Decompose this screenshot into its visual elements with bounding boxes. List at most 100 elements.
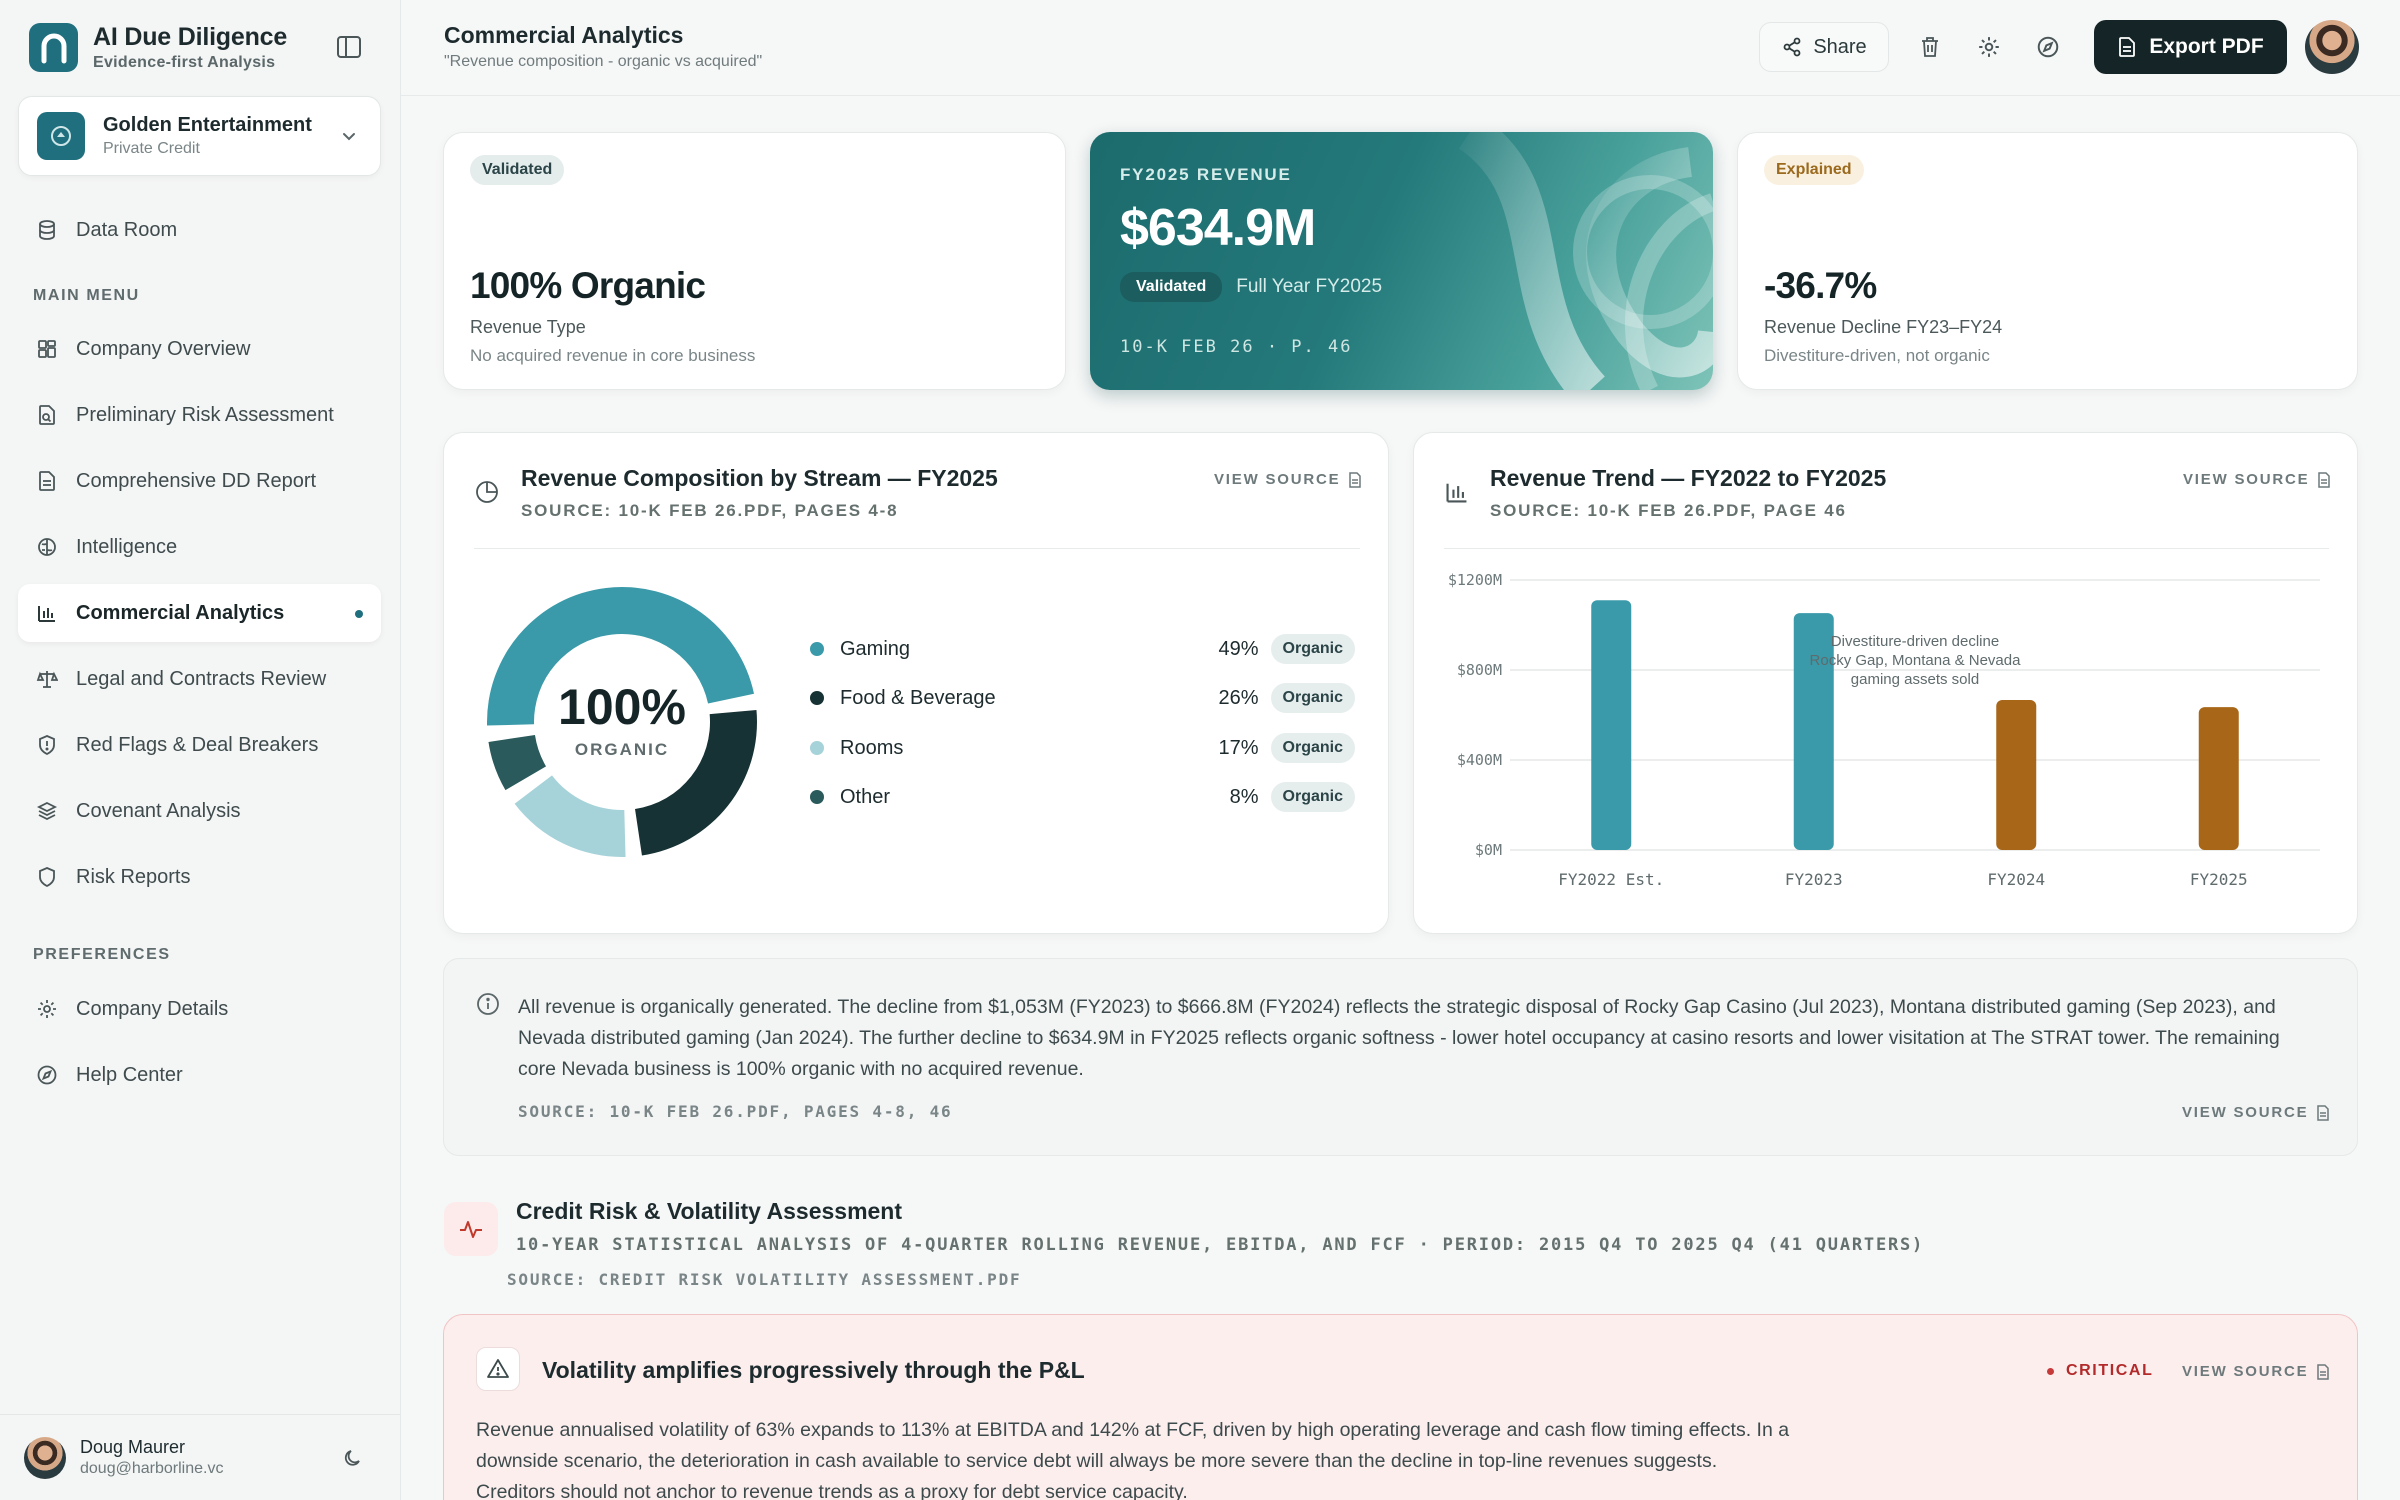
sidebar-item-label: Company Overview [76, 337, 251, 360]
share-button[interactable]: Share [1759, 22, 1889, 72]
active-indicator [355, 610, 363, 618]
sidebar-item-legal-contracts[interactable]: Legal and Contracts Review [18, 650, 381, 708]
sidebar-item-label: Preliminary Risk Assessment [76, 403, 334, 426]
sidebar-item-preliminary-risk[interactable]: Preliminary Risk Assessment [18, 386, 381, 444]
sidebar-item-label: Company Details [76, 997, 229, 1020]
scale-icon [34, 666, 60, 692]
legend-item: Gaming 49% Organic [810, 632, 1355, 666]
sidebar-item-red-flags[interactable]: Red Flags & Deal Breakers [18, 716, 381, 774]
donut-slice-rooms [514, 775, 626, 857]
section-source: SOURCE: CREDIT RISK VOLATILITY ASSESSMEN… [507, 1270, 1022, 1289]
kpi-label: Revenue Type [470, 317, 586, 337]
sidebar-item-help-center[interactable]: Help Center [18, 1046, 381, 1104]
sidebar-item-comprehensive-dd[interactable]: Comprehensive DD Report [18, 452, 381, 510]
sidebar-item-data-room[interactable]: Data Room [18, 201, 381, 259]
trash-icon[interactable] [1916, 33, 1944, 61]
alert-title: Volatility amplifies progressively throu… [542, 1357, 1085, 1383]
status-badge: Explained [1764, 155, 1864, 185]
view-source-link[interactable]: VIEW SOURCE [2183, 471, 2331, 488]
document-icon [2119, 37, 2136, 57]
doc-search-icon [34, 402, 60, 428]
moon-icon[interactable] [342, 1447, 364, 1474]
company-selector[interactable]: Golden Entertainment Private Credit [18, 96, 381, 176]
view-source-label: VIEW SOURCE [2183, 471, 2310, 488]
share-label: Share [1813, 35, 1867, 58]
sidebar-toggle-icon[interactable] [336, 35, 362, 59]
preferences-heading: PREFERENCES [33, 946, 171, 963]
document-icon [2317, 1363, 2330, 1380]
shield-icon [34, 864, 60, 890]
sidebar-item-company-details[interactable]: Company Details [18, 980, 381, 1038]
view-source-label: VIEW SOURCE [2182, 1104, 2309, 1121]
document-icon [2317, 1104, 2330, 1121]
export-pdf-button[interactable]: Export PDF [2094, 20, 2287, 74]
grid-icon [34, 336, 60, 362]
organic-badge: Organic [1270, 733, 1355, 763]
legend-label: Other [840, 785, 891, 808]
chart-annotation: Divestiture-driven decline [1831, 633, 1999, 650]
organic-badge: Organic [1270, 782, 1355, 812]
main-menu-heading: MAIN MENU [33, 287, 140, 304]
info-icon [476, 992, 500, 1021]
bar-chart-icon [1444, 479, 1470, 510]
view-source-label: VIEW SOURCE [1214, 471, 1341, 488]
y-tick-label: $1200M [1448, 571, 1502, 589]
sidebar-item-commercial-analytics[interactable]: Commercial Analytics [18, 584, 381, 642]
organic-badge: Organic [1270, 683, 1355, 713]
sidebar-item-label: Intelligence [76, 535, 178, 558]
kpi-source: 10-K FEB 26 · P. 46 [1120, 337, 1353, 357]
sidebar-item-label: Commercial Analytics [76, 601, 285, 624]
legend-item: Food & Beverage 26% Organic [810, 681, 1355, 715]
document-icon [2318, 471, 2331, 488]
compass-icon[interactable] [2034, 33, 2062, 61]
view-source-link[interactable]: VIEW SOURCE [2182, 1104, 2330, 1121]
kpi-card-revenue: FY2025 REVENUE $634.9M Validated Full Ye… [1090, 132, 1713, 390]
bar-fy2023 [1793, 613, 1834, 850]
kpi-value: 100% Organic [470, 265, 706, 306]
x-tick-label: FY2024 [1987, 870, 2045, 889]
legend-label: Rooms [840, 736, 904, 759]
sidebar-item-intelligence[interactable]: Intelligence [18, 518, 381, 576]
y-tick-label: $400M [1457, 751, 1502, 769]
legend-swatch [810, 741, 824, 755]
activity-icon [444, 1202, 498, 1256]
brand-title: AI Due Diligence [93, 23, 288, 51]
pie-chart-icon [474, 479, 500, 510]
view-source-link[interactable]: VIEW SOURCE [2182, 1363, 2330, 1380]
kpi-value: -36.7% [1764, 265, 1877, 306]
company-name: Golden Entertainment [103, 114, 312, 136]
document-icon [34, 468, 60, 494]
panel-source: SOURCE: 10-K FEB 26.PDF, PAGE 46 [1490, 501, 1847, 520]
view-source-label: VIEW SOURCE [2182, 1363, 2309, 1380]
page-title: Commercial Analytics [444, 22, 684, 48]
bar-fy2022-est- [1591, 600, 1632, 850]
kpi-period: Full Year FY2025 [1236, 276, 1383, 297]
sidebar-item-label: Help Center [76, 1063, 183, 1086]
database-icon [34, 217, 60, 243]
view-source-link[interactable]: VIEW SOURCE [1214, 471, 1362, 488]
avatar[interactable] [2305, 20, 2359, 74]
status-badge: Validated [470, 155, 565, 185]
settings-icon[interactable] [1975, 33, 2003, 61]
user-profile[interactable]: Doug Maurer doug@harborline.vc [0, 1414, 400, 1500]
bar-fy2024 [1996, 699, 2037, 850]
sidebar-item-risk-reports[interactable]: Risk Reports [18, 848, 381, 906]
x-tick-label: FY2023 [1785, 870, 1843, 889]
company-type: Private Credit [103, 140, 200, 157]
panel-title: Revenue Trend — FY2022 to FY2025 [1490, 465, 1887, 491]
legend-swatch [810, 642, 824, 656]
bar-fy2025 [2198, 707, 2239, 850]
note-text: All revenue is organically generated. Th… [518, 996, 2280, 1080]
sidebar-item-covenant-analysis[interactable]: Covenant Analysis [18, 782, 381, 840]
bar-chart-icon [34, 600, 60, 626]
note-source: SOURCE: 10-K FEB 26.PDF, PAGES 4-8, 46 [518, 1102, 953, 1121]
revenue-trend-chart: $0M $400M $800M $1200M FY2022 Est. FY2023 FY20… [1448, 571, 2320, 889]
y-tick-label: $800M [1457, 661, 1502, 679]
kpi-card-decline: Explained -36.7% Revenue Decline FY23–FY… [1737, 132, 2358, 390]
sidebar-item-company-overview[interactable]: Company Overview [18, 320, 381, 378]
sidebar-item-label: Data Room [76, 218, 178, 241]
alert-text: Revenue annualised volatility of 63% exp… [476, 1419, 1790, 1500]
divider [474, 548, 1360, 549]
user-email: doug@harborline.vc [80, 1460, 224, 1477]
sidebar-item-label: Covenant Analysis [76, 799, 241, 822]
